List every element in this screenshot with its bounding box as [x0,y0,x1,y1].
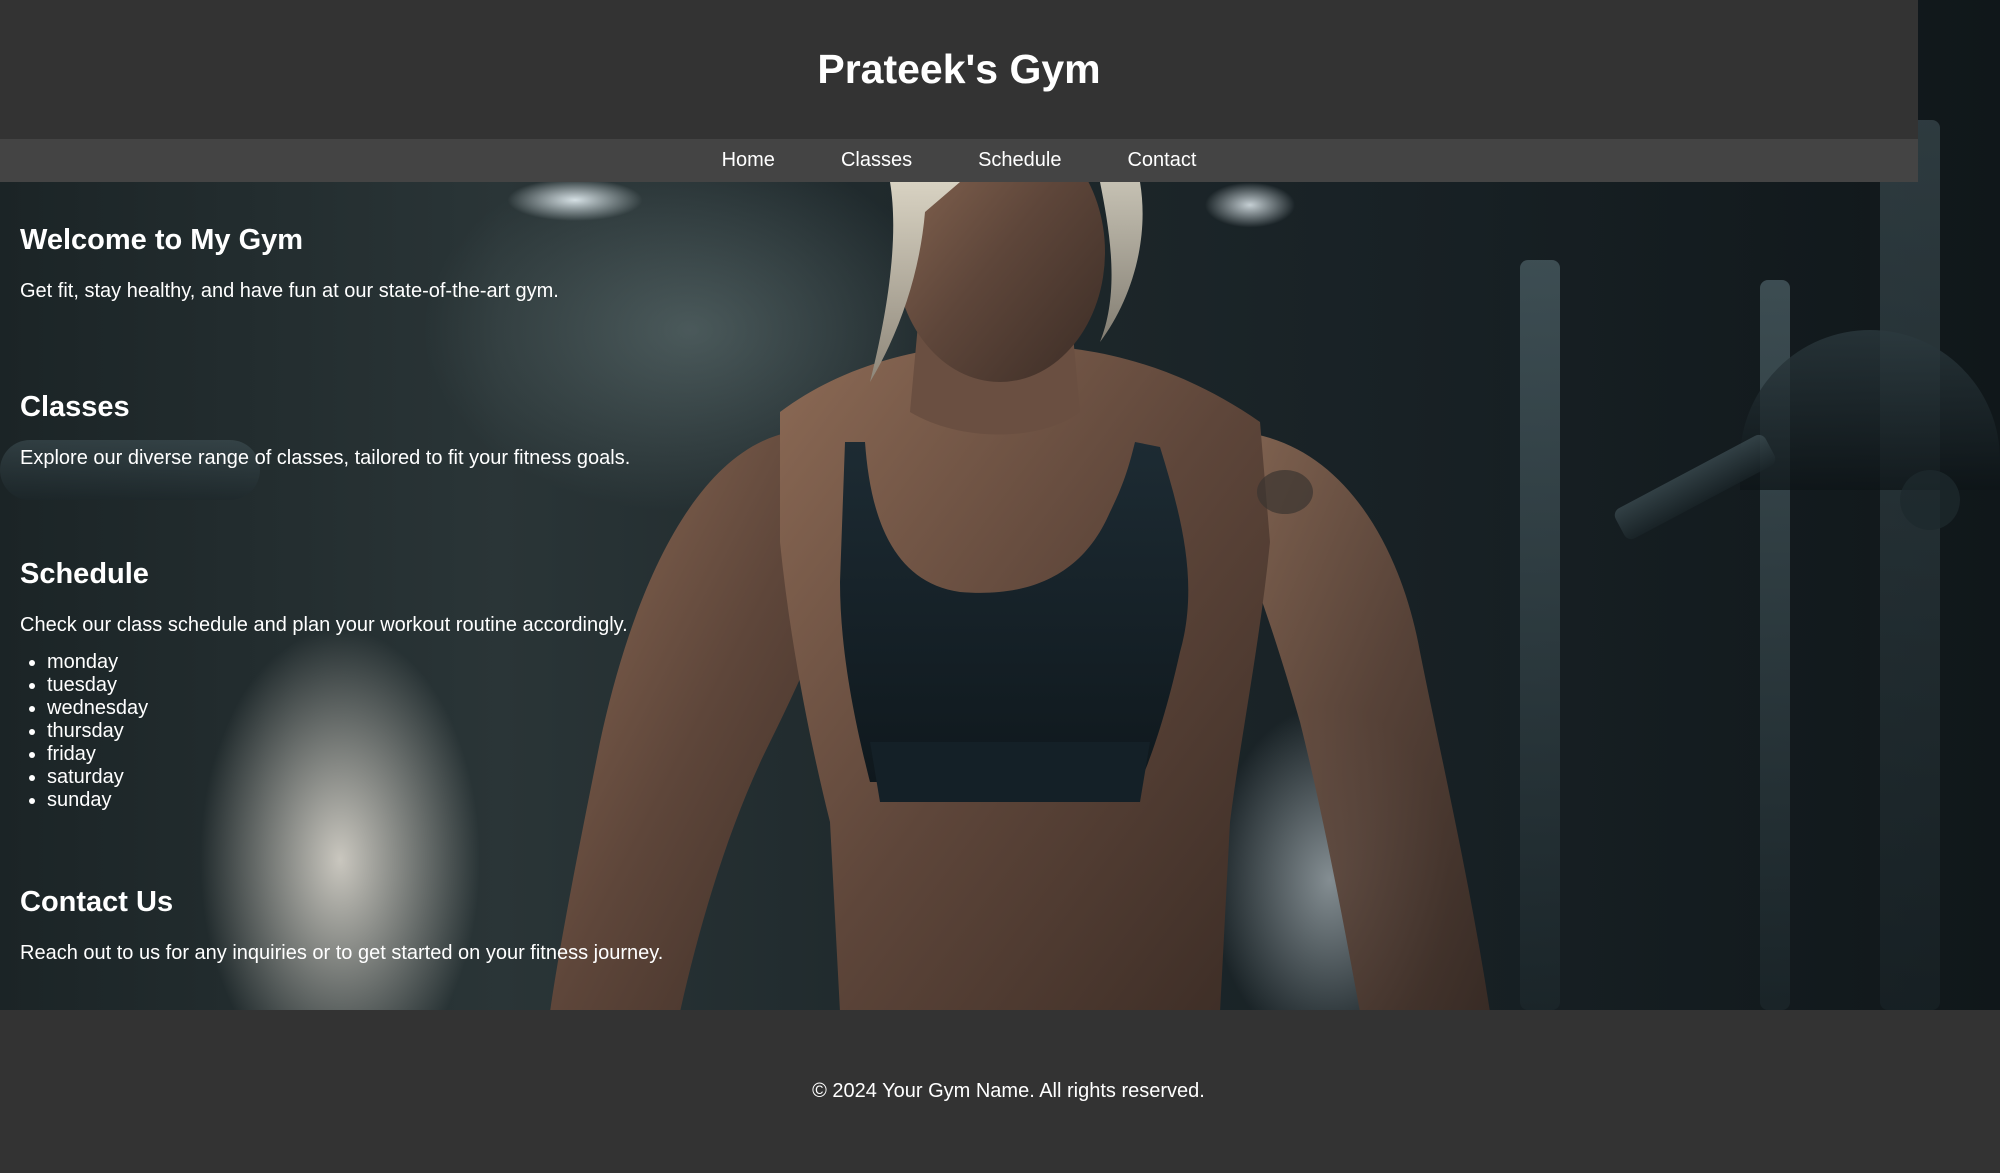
site-title: Prateek's Gym [817,46,1101,92]
classes-section: Classes Explore our diverse range of cla… [20,391,630,470]
classes-text: Explore our diverse range of classes, ta… [20,447,631,469]
page: Prateek's Gym Home Classes Schedule Cont… [0,0,2000,1173]
main-nav: Home Classes Schedule Contact [0,139,1918,182]
site-footer: © 2024 Your Gym Name. All rights reserve… [0,1010,2000,1173]
schedule-day-item: thursday [47,720,628,743]
schedule-section: Schedule Check our class schedule and pl… [20,558,628,812]
schedule-day-item: tuesday [47,674,628,697]
schedule-day-item: sunday [47,789,628,812]
schedule-heading: Schedule [20,558,149,590]
schedule-day-item: wednesday [47,697,628,720]
schedule-day-item: saturday [47,766,628,789]
contact-heading: Contact Us [20,886,174,918]
nav-link-home[interactable]: Home [722,149,775,172]
gym-equipment-weight [1900,470,1960,530]
schedule-day-item: friday [47,743,628,766]
contact-section: Contact Us Reach out to us for any inqui… [20,886,663,965]
welcome-text: Get fit, stay healthy, and have fun at o… [20,280,559,302]
schedule-day-item: monday [47,651,628,674]
nav-link-contact[interactable]: Contact [1127,149,1196,172]
welcome-section: Welcome to My Gym Get fit, stay healthy,… [20,224,559,303]
nav-link-schedule[interactable]: Schedule [978,149,1061,172]
footer-copyright: © 2024 Your Gym Name. All rights reserve… [812,1080,1205,1102]
contact-text: Reach out to us for any inquiries or to … [20,942,664,964]
welcome-heading: Welcome to My Gym [20,224,304,256]
gym-equipment-post [1880,120,1940,1010]
nav-link-classes[interactable]: Classes [841,149,912,172]
classes-heading: Classes [20,391,130,423]
gym-equipment-post [1520,260,1560,1010]
schedule-day-list: monday tuesday wednesday thursday friday… [20,651,628,812]
site-header: Prateek's Gym [0,0,1918,139]
athlete-figure [550,182,1490,1010]
schedule-text: Check our class schedule and plan your w… [20,614,628,636]
